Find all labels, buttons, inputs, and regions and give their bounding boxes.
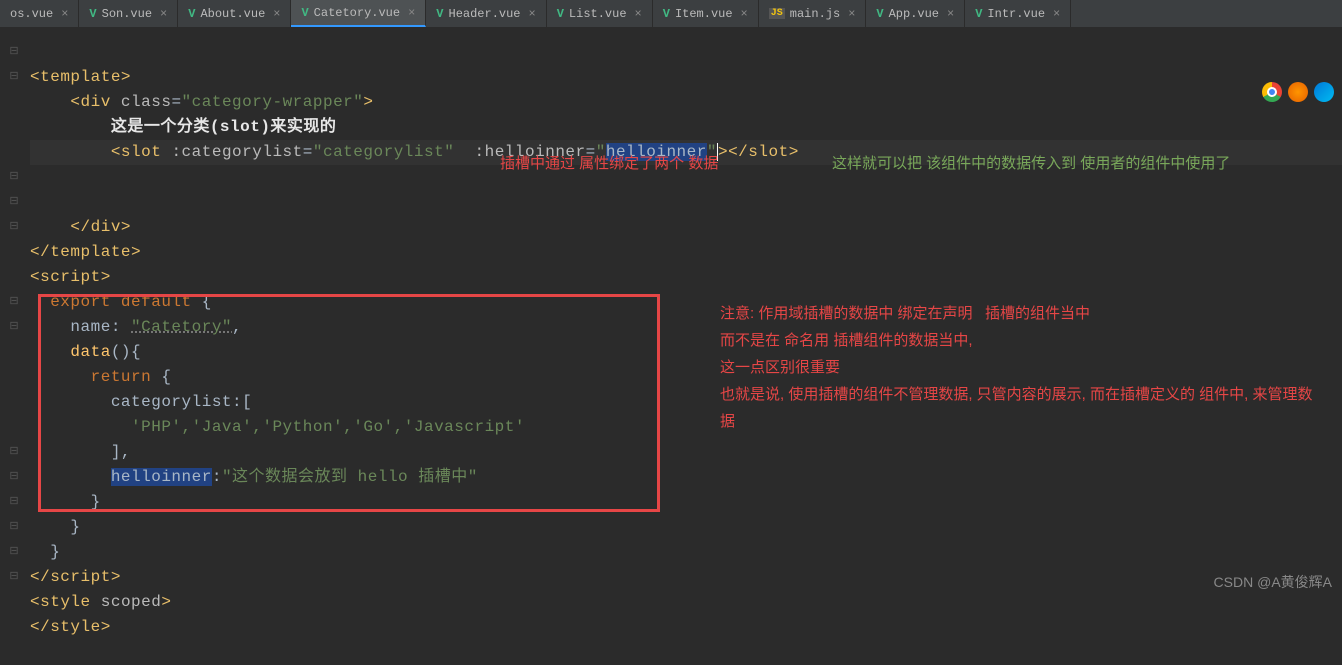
tab-catetory[interactable]: V Catetory.vue × [291, 0, 426, 27]
edge-icon[interactable] [1314, 82, 1334, 102]
fold-gutter: ⊟⊟⊟⊟⊟⊟⊟⊟⊟⊟⊟⊟⊟ [0, 40, 28, 590]
tab-about[interactable]: V About.vue × [178, 0, 291, 27]
tab-label: Son.vue [102, 7, 152, 21]
tab-item[interactable]: V Item.vue × [653, 0, 759, 27]
close-icon[interactable]: × [1053, 7, 1060, 21]
close-icon[interactable]: × [635, 7, 642, 21]
tab-label: List.vue [569, 7, 627, 21]
tab-main[interactable]: JS main.js × [759, 0, 867, 27]
vue-icon: V [557, 7, 564, 21]
tag-template: template [40, 68, 121, 86]
js-icon: JS [769, 8, 785, 19]
close-icon[interactable]: × [529, 7, 536, 21]
annotation-red-1: 插槽中通过 属性绑定了两个 数据 [500, 150, 718, 177]
tab-os[interactable]: os.vue × [0, 0, 79, 27]
tab-intr[interactable]: V Intr.vue × [965, 0, 1071, 27]
tab-son[interactable]: V Son.vue × [79, 0, 178, 27]
tab-label: App.vue [889, 7, 939, 21]
tab-label: About.vue [200, 7, 265, 21]
chrome-icon[interactable] [1262, 82, 1282, 102]
watermark: CSDN @A黄俊辉A [1214, 572, 1332, 592]
vue-icon: V [975, 7, 982, 21]
annotation-green-1: 这样就可以把 该组件中的数据传入到 使用者的组件中使用了 [832, 150, 1322, 177]
firefox-icon[interactable] [1288, 82, 1308, 102]
tab-label: Intr.vue [987, 7, 1045, 21]
vue-icon: V [663, 7, 670, 21]
browser-icons [1262, 82, 1334, 102]
vue-icon: V [89, 7, 96, 21]
close-icon[interactable]: × [947, 7, 954, 21]
vue-icon: V [188, 7, 195, 21]
vue-icon: V [436, 7, 443, 21]
tab-list[interactable]: V List.vue × [547, 0, 653, 27]
tab-label: main.js [790, 7, 840, 21]
tab-label: Item.vue [675, 7, 733, 21]
close-icon[interactable]: × [61, 7, 68, 21]
tab-header[interactable]: V Header.vue × [426, 0, 546, 27]
close-icon[interactable]: × [848, 7, 855, 21]
property-name: helloinner [111, 468, 212, 486]
tab-label: os.vue [10, 7, 53, 21]
tab-app[interactable]: V App.vue × [866, 0, 965, 27]
vue-icon: V [301, 6, 308, 20]
close-icon[interactable]: × [273, 7, 280, 21]
tab-label: Catetory.vue [314, 6, 400, 20]
close-icon[interactable]: × [408, 6, 415, 20]
vue-icon: V [876, 7, 883, 21]
text-line: 这是一个分类(slot)来实现的 [111, 118, 337, 136]
annotation-red-2: 注意: 作用域插槽的数据中 绑定在声明 插槽的组件当中 而不是在 命名用 插槽组… [720, 300, 1320, 435]
close-icon[interactable]: × [160, 7, 167, 21]
tab-label: Header.vue [449, 7, 521, 21]
close-icon[interactable]: × [741, 7, 748, 21]
tab-bar: os.vue × V Son.vue × V About.vue × V Catetory.… [0, 0, 1342, 28]
